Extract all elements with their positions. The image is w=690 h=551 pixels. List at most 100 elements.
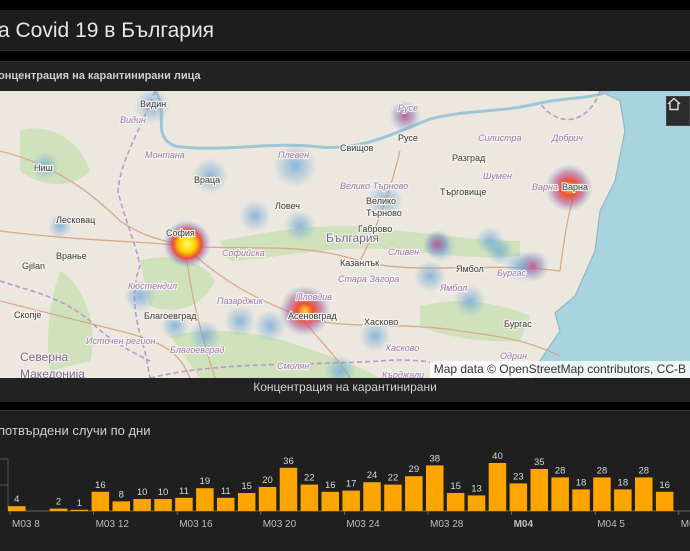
chart-bar[interactable] xyxy=(258,487,277,511)
chart-bar[interactable] xyxy=(237,493,256,511)
bar-value-label: 15 xyxy=(241,481,252,492)
chart-panel: потвърдени случи по дни 4 2 1 16 8 10 10 11 19 11… xyxy=(0,410,690,551)
chart-bar[interactable] xyxy=(488,463,507,511)
chart-bar[interactable] xyxy=(405,476,423,511)
map-label: Разград xyxy=(452,153,486,163)
map-label: Кърджали xyxy=(382,370,424,378)
bar-value-label: 11 xyxy=(221,486,231,497)
map-label: Видин xyxy=(140,99,166,109)
map-label: Смолян xyxy=(277,361,309,371)
map-label: Пловдив xyxy=(296,292,332,302)
bar-value-label: 38 xyxy=(429,453,440,464)
chart-bar[interactable] xyxy=(467,495,486,511)
bar-value-label: 2 xyxy=(56,497,61,508)
map-label: Софийска xyxy=(222,248,265,258)
bar-value-label: 17 xyxy=(346,479,357,490)
map-label: Варна xyxy=(532,182,558,192)
chart-bar[interactable] xyxy=(363,482,381,511)
map-label: Силистра xyxy=(478,133,522,143)
bar-value-label: 16 xyxy=(95,480,106,491)
bar-value-label: 35 xyxy=(534,457,545,468)
map-label: Шумен xyxy=(483,171,512,181)
map-label: Враца xyxy=(194,175,220,185)
chart-bar[interactable] xyxy=(112,501,131,511)
chart-bar[interactable] xyxy=(530,469,549,511)
chart-bar[interactable] xyxy=(49,508,68,511)
chart-bar[interactable] xyxy=(91,491,110,511)
bar-value-label: 15 xyxy=(450,481,461,492)
daily-cases-chart: 4 2 1 16 8 10 10 11 19 11 15 20 36 22 16 17 24 22 29 38 15 13… xyxy=(0,451,690,530)
map-attribution: Map data © OpenStreetMap contributors, C… xyxy=(429,361,690,378)
bar-value-label: 18 xyxy=(618,477,629,488)
map-panel: онцентрация на карантинирани лица Видин В… xyxy=(0,61,690,402)
x-tick-label: M03 8 xyxy=(12,519,40,530)
map-label: Асеновград xyxy=(288,311,338,321)
chart-bar[interactable] xyxy=(321,491,340,511)
bar-value-label: 16 xyxy=(325,480,336,491)
bar-value-label: 28 xyxy=(555,465,566,476)
chart-bar[interactable] xyxy=(551,477,569,511)
bar-value-label: 1 xyxy=(77,498,82,509)
bar-value-label: 24 xyxy=(367,470,378,481)
bar-value-label: 40 xyxy=(492,451,503,462)
map-label: Хасково xyxy=(384,343,419,353)
map-label: България xyxy=(326,231,379,245)
chart-bar[interactable] xyxy=(655,491,674,511)
home-button[interactable] xyxy=(666,96,690,126)
heat-spot xyxy=(224,305,256,337)
bar-value-label: 11 xyxy=(179,486,189,497)
chart-bar[interactable] xyxy=(175,497,193,511)
bar-value-label: 13 xyxy=(471,483,482,494)
map-label: Търново xyxy=(366,208,402,218)
x-tick-label: M03 28 xyxy=(430,519,464,530)
map-label: Добрич xyxy=(551,133,583,143)
bar-value-label: 18 xyxy=(576,477,587,488)
map-label: Благоевград xyxy=(170,345,224,355)
chart-bar[interactable] xyxy=(342,490,360,511)
map-label: Русе xyxy=(398,103,418,113)
bar-value-label: 10 xyxy=(158,487,169,498)
chart-bar[interactable] xyxy=(614,489,632,511)
bar-value-label: 4 xyxy=(14,494,19,505)
map-caption: Концентрация на карантинирани xyxy=(253,380,437,394)
map-label: Одрин xyxy=(500,351,527,361)
chart-bar[interactable] xyxy=(572,489,590,511)
x-tick-label: M03 12 xyxy=(96,519,130,530)
chart-bar[interactable] xyxy=(70,509,89,511)
chart-bar[interactable] xyxy=(8,506,26,511)
chart-bar[interactable] xyxy=(196,488,214,511)
x-tick-label: M04 xyxy=(514,519,534,530)
map-label: Казанлък xyxy=(340,258,379,268)
map-label: Велико xyxy=(366,196,396,206)
map-label: София xyxy=(166,228,195,238)
map-label: Монтана xyxy=(145,150,185,160)
bar-value-label: 23 xyxy=(513,471,524,482)
bar-value-label: 28 xyxy=(597,465,608,476)
chart-bar[interactable] xyxy=(279,467,298,511)
bar-value-label: 20 xyxy=(262,475,273,486)
bar-value-label: 29 xyxy=(409,464,420,475)
map-panel-title: онцентрация на карантинирани лица xyxy=(0,70,201,82)
heatmap-map[interactable]: Видин Видин Монтана Плевен Свищов Русе Русе Сил… xyxy=(0,91,690,378)
chart-bar[interactable] xyxy=(593,477,611,511)
map-canvas[interactable]: Видин Видин Монтана Плевен Свищов Русе Русе Сил… xyxy=(0,91,690,378)
bar-value-label: 19 xyxy=(200,476,211,487)
map-label: Русе xyxy=(398,133,418,143)
x-tick-label: M04 xyxy=(681,519,690,530)
map-label: Ямбол xyxy=(439,283,467,293)
chart-bar[interactable] xyxy=(509,483,528,511)
chart-bar[interactable] xyxy=(217,497,235,511)
chart-bar[interactable] xyxy=(154,499,172,511)
map-label: Пазарджик xyxy=(217,296,264,306)
heat-spot xyxy=(284,210,316,242)
chart-bar[interactable] xyxy=(446,493,465,511)
map-label: Ниш xyxy=(34,163,53,173)
chart-bar[interactable] xyxy=(300,484,319,511)
chart-bar[interactable] xyxy=(384,484,402,511)
dashboard-title: а Covid 19 в България xyxy=(0,19,215,42)
map-label: Скопје xyxy=(14,310,41,320)
chart-bar[interactable] xyxy=(635,477,653,511)
chart-bar[interactable] xyxy=(426,465,444,511)
chart-bar[interactable] xyxy=(133,499,151,511)
map-label: Търговище xyxy=(440,187,486,197)
